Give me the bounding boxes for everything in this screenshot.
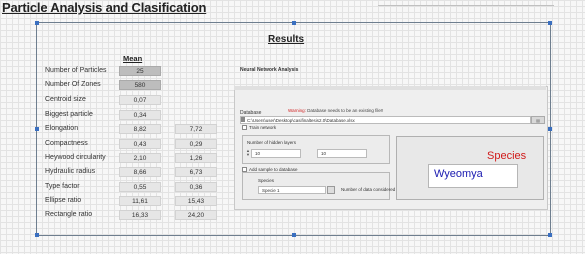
row-label: Centroid size <box>45 96 86 103</box>
panel-header-bar <box>234 86 546 90</box>
mean-value: 2,10 <box>119 153 161 163</box>
second-value: 15,43 <box>175 196 217 206</box>
warning-prefix: Warning: <box>288 108 306 113</box>
spinner-icon[interactable]: ▲ ▼ <box>246 149 251 158</box>
top-strip <box>378 5 554 12</box>
second-value: 0,36 <box>175 182 217 192</box>
resize-handle[interactable] <box>35 21 39 25</box>
resize-handle[interactable] <box>292 21 296 25</box>
species-select[interactable]: Specie 1 <box>258 186 326 194</box>
row-label: Rectangle ratio <box>45 211 93 218</box>
mean-value: 16,33 <box>119 210 161 220</box>
mean-value: 0,34 <box>119 110 161 120</box>
row-label: Number of Particles <box>45 67 107 74</box>
mean-value: 0,07 <box>119 95 161 105</box>
second-value: 7,72 <box>175 124 217 134</box>
resize-handle[interactable] <box>35 233 39 237</box>
mean-value: 8,82 <box>119 124 161 134</box>
mean-value: 8,66 <box>119 167 161 177</box>
resize-handle[interactable] <box>548 21 552 25</box>
second-value: 6,73 <box>175 167 217 177</box>
mean-value: 0,55 <box>119 182 161 192</box>
page-title: Particle Analysis and Clasification <box>2 0 207 15</box>
row-label: Number Of Zones <box>45 81 101 88</box>
results-title: Results <box>268 34 305 45</box>
mean-value: 0,43 <box>119 139 161 149</box>
row-label: Heywood circularity <box>45 154 106 161</box>
second-value: 0,29 <box>175 139 217 149</box>
neural-network-label: Neural Network Analysis <box>240 67 299 73</box>
hidden-layers-label: Number of hidden layers <box>247 140 297 145</box>
mean-value: 11,61 <box>119 196 161 206</box>
row-label: Type factor <box>45 183 80 190</box>
mean-value: 25 <box>119 66 161 76</box>
second-value: 24,20 <box>175 210 217 220</box>
resize-handle[interactable] <box>548 233 552 237</box>
row-label: Hydraulic radius <box>45 168 96 175</box>
hidden-layers-input[interactable]: 10 <box>251 149 301 158</box>
train-network-checkbox[interactable] <box>242 125 247 130</box>
resize-handle[interactable] <box>35 127 39 131</box>
mean-value: 580 <box>119 80 161 90</box>
browse-button[interactable]: ▤ <box>531 116 545 124</box>
row-label: Compactness <box>45 140 88 147</box>
second-value: 1,26 <box>175 153 217 163</box>
warning-text: Database needs to be an existing file!! <box>307 108 384 113</box>
mean-column-header: Mean <box>123 54 143 63</box>
database-path-input[interactable]: C:\Users\user\Desktop\casifinaltesis2.0\… <box>240 116 531 124</box>
row-label: Ellipse ratio <box>45 197 82 204</box>
hidden-layers-display: 10 <box>317 149 367 158</box>
row-label: Elongation <box>45 125 79 132</box>
train-network-label: Train network <box>249 125 277 130</box>
species-title: Species <box>487 150 527 162</box>
chevron-down-icon[interactable] <box>327 186 335 194</box>
resize-handle[interactable] <box>548 127 552 131</box>
database-warning: Warning: Database needs to be an existin… <box>288 108 383 113</box>
resize-handle[interactable] <box>292 233 296 237</box>
species-field-label: Species <box>258 178 275 183</box>
species-result-display: Wyeomya <box>428 164 518 188</box>
path-icon <box>241 117 245 122</box>
data-count-label: Number of data considered <box>341 187 396 192</box>
row-label: Biggest particle <box>45 111 93 118</box>
